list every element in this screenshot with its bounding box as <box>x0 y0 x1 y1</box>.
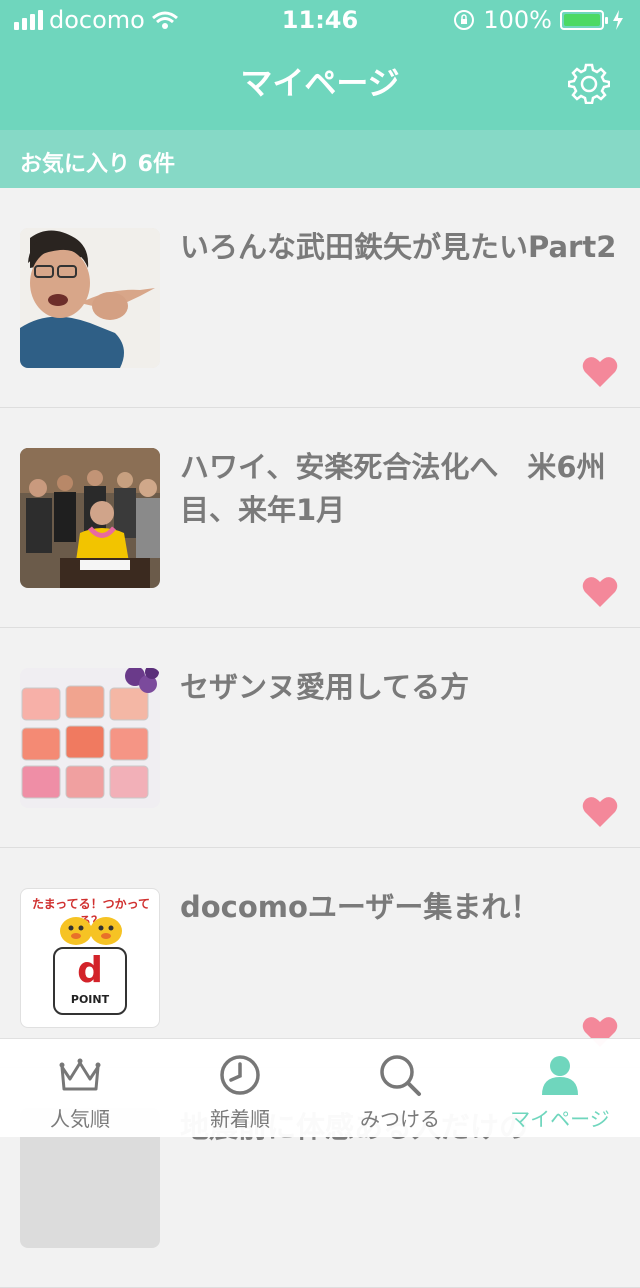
dpoint-letter: d <box>77 950 103 991</box>
heart-icon[interactable] <box>582 796 618 828</box>
clock-icon <box>220 1055 260 1095</box>
item-title[interactable]: セザンヌ愛用してる方 <box>180 666 625 709</box>
tab-search[interactable]: みつける <box>320 1039 480 1137</box>
tab-new[interactable]: 新着順 <box>160 1039 320 1137</box>
user-icon <box>542 1056 578 1095</box>
list-item[interactable]: ハワイ、安楽死合法化へ 米6州目、来年1月 <box>0 408 640 628</box>
tab-label: みつける <box>360 1107 440 1131</box>
list-item[interactable]: セザンヌ愛用してる方 <box>0 628 640 848</box>
rotation-lock-icon <box>454 10 475 30</box>
thumbnail-image <box>20 228 160 368</box>
item-title[interactable]: ハワイ、安楽死合法化へ 米6州目、来年1月 <box>180 446 625 532</box>
heart-icon[interactable] <box>582 576 618 608</box>
status-bar: docomo 11:46 100% <box>0 0 640 40</box>
thumbnail-image: たまってる！つかってる？ d POINT <box>20 888 160 1028</box>
mascot-icon <box>60 917 122 945</box>
battery-icon <box>560 10 608 30</box>
charging-icon <box>613 10 623 30</box>
search-icon <box>380 1055 421 1096</box>
crown-icon <box>59 1058 101 1091</box>
heart-icon[interactable] <box>582 356 618 388</box>
thumbnail-image <box>20 448 160 588</box>
app-header: docomo 11:46 100% マイページ <box>0 0 640 130</box>
favorites-count-bar: お気に入り 6件 <box>0 130 640 188</box>
dpoint-logo: d POINT <box>53 947 127 1015</box>
status-right: 100% <box>453 6 624 34</box>
thumbnail-image <box>20 668 160 808</box>
item-title[interactable]: いろんな武田鉄矢が見たいPart2 <box>180 226 625 269</box>
tab-bar: 人気順 新着順 みつける マイページ <box>0 1038 640 1137</box>
tab-label: マイページ <box>510 1107 610 1131</box>
dpoint-label: POINT <box>70 993 110 1006</box>
list-item[interactable]: いろんな武田鉄矢が見たいPart2 <box>0 188 640 408</box>
tab-label: 新着順 <box>210 1107 270 1131</box>
item-title[interactable]: docomoユーザー集まれ！ <box>180 886 625 929</box>
list-item[interactable]: たまってる！つかってる？ d POINT docomoユーザー集まれ！ <box>0 848 640 1068</box>
favorites-count: お気に入り 6件 <box>20 152 175 177</box>
tab-popular[interactable]: 人気順 <box>0 1039 160 1137</box>
battery-percent: 100% <box>483 6 552 34</box>
page-title: マイページ <box>240 64 400 102</box>
gear-icon[interactable] <box>568 62 610 104</box>
tab-label: 人気順 <box>50 1107 110 1131</box>
tab-mypage[interactable]: マイページ <box>480 1039 640 1137</box>
